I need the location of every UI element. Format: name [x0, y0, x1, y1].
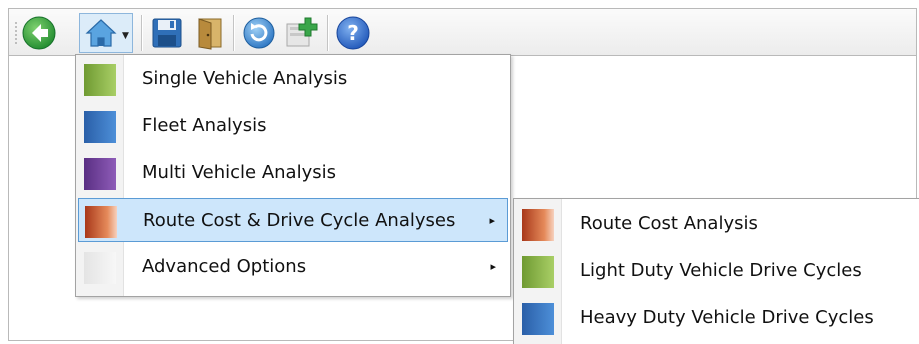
toolbar: ▼ ?	[8, 8, 917, 56]
route-cost-submenu: Route Cost Analysis Light Duty Vehicle D…	[513, 198, 919, 344]
menu-item-label: Light Duty Vehicle Drive Cycles	[580, 260, 862, 281]
menu-item-route-cost-analysis[interactable]: Route Cost Analysis	[516, 202, 917, 246]
menu-item-light-duty-drive-cycles[interactable]: Light Duty Vehicle Drive Cycles	[516, 249, 917, 293]
route-cost-drive-cycle-icon	[85, 206, 117, 238]
refresh-icon	[243, 17, 275, 49]
home-icon	[85, 19, 117, 47]
dropdown-arrow-icon: ▼	[122, 31, 129, 41]
menu-item-label: Fleet Analysis	[142, 115, 267, 136]
door-icon	[198, 18, 222, 50]
menu-item-route-cost-drive-cycle-analyses[interactable]: Route Cost & Drive Cycle Analyses ▸	[78, 198, 508, 242]
toolbar-separator	[141, 15, 142, 51]
fleet-analysis-icon	[84, 111, 116, 143]
help-button[interactable]: ?	[335, 15, 371, 51]
menu-item-multi-vehicle-analysis[interactable]: Multi Vehicle Analysis	[78, 151, 508, 195]
home-dropdown-menu: Single Vehicle Analysis Fleet Analysis M…	[75, 54, 511, 297]
menu-item-label: Route Cost & Drive Cycle Analyses	[143, 210, 456, 231]
submenu-arrow-icon: ▸	[489, 214, 495, 227]
toolbar-separator	[233, 15, 234, 51]
save-icon	[152, 18, 182, 48]
home-menu-button[interactable]: ▼	[79, 13, 133, 53]
light-duty-drive-cycles-icon	[522, 256, 554, 288]
toolbar-separator	[327, 15, 328, 51]
single-vehicle-analysis-icon	[84, 64, 116, 96]
menu-item-label: Advanced Options	[142, 256, 307, 277]
help-icon: ?	[336, 16, 370, 50]
back-icon	[22, 16, 56, 50]
multi-vehicle-analysis-icon	[84, 158, 116, 190]
menu-item-single-vehicle-analysis[interactable]: Single Vehicle Analysis	[78, 57, 508, 101]
menu-item-label: Single Vehicle Analysis	[142, 68, 348, 89]
menu-item-label: Heavy Duty Vehicle Drive Cycles	[580, 307, 874, 328]
add-icon	[286, 17, 318, 47]
svg-text:?: ?	[347, 21, 359, 45]
menu-item-label: Multi Vehicle Analysis	[142, 162, 336, 183]
submenu-arrow-icon: ▸	[490, 260, 496, 273]
refresh-button[interactable]	[241, 15, 277, 51]
advanced-options-icon	[84, 252, 116, 284]
route-cost-analysis-icon	[522, 209, 554, 241]
add-button[interactable]	[283, 15, 319, 51]
back-button[interactable]	[21, 15, 57, 51]
menu-item-advanced-options[interactable]: Advanced Options ▸	[78, 245, 508, 289]
toolbar-grip[interactable]	[15, 21, 17, 45]
exit-button[interactable]	[191, 15, 227, 51]
menu-item-heavy-duty-drive-cycles[interactable]: Heavy Duty Vehicle Drive Cycles	[516, 296, 917, 340]
menu-item-fleet-analysis[interactable]: Fleet Analysis	[78, 104, 508, 148]
heavy-duty-drive-cycles-icon	[522, 303, 554, 335]
menu-item-label: Route Cost Analysis	[580, 213, 758, 234]
save-button[interactable]	[149, 15, 185, 51]
